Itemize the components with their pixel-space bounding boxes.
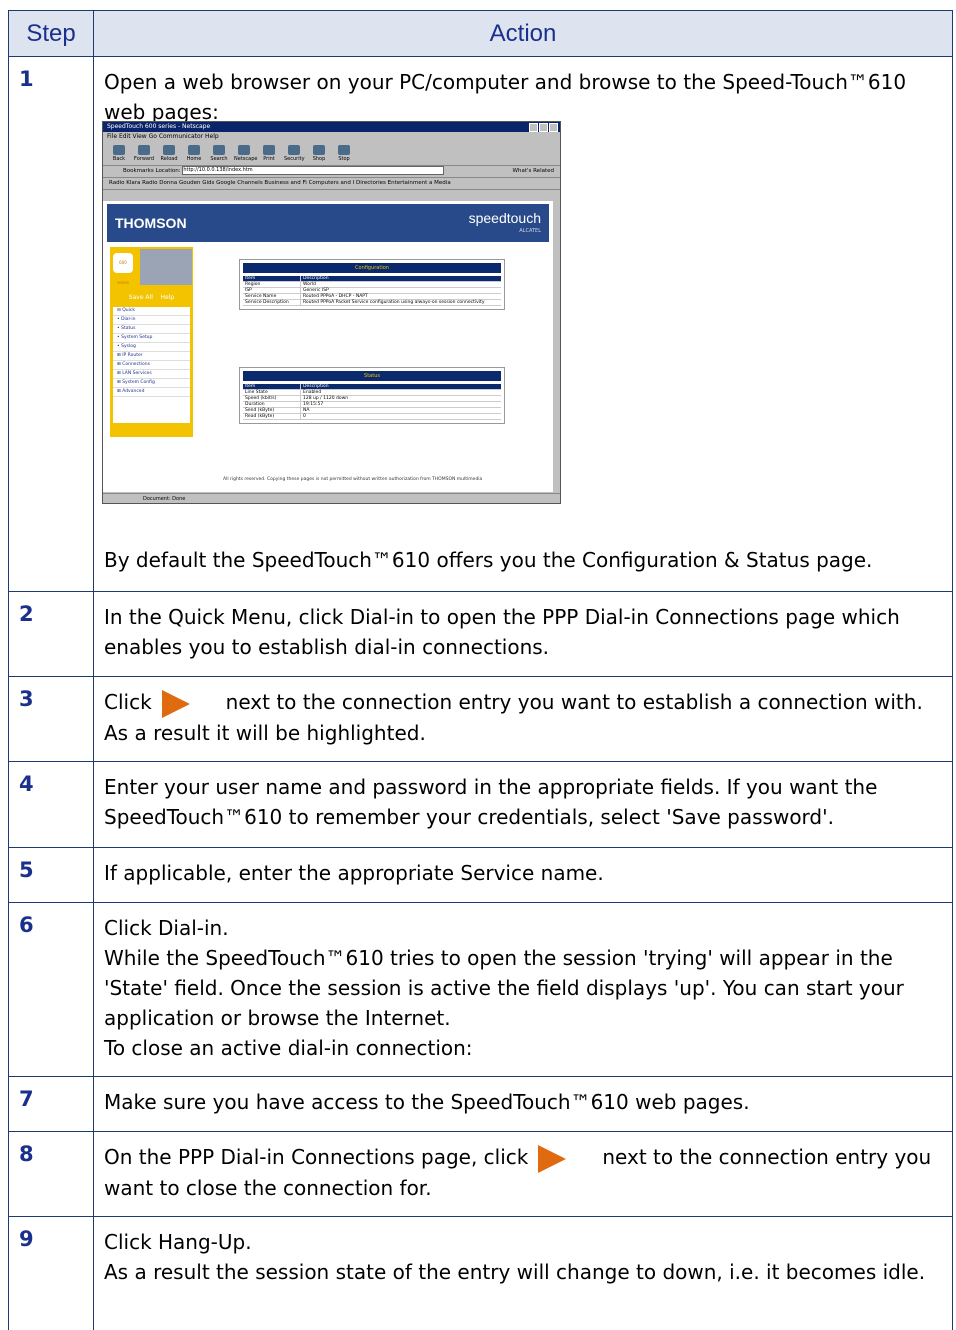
step-text: Click Hang-Up. As a result the session st…	[104, 1230, 926, 1284]
table-row: 5 If applicable, enter the appropriate S…	[8, 848, 953, 903]
step-number: 8	[19, 1142, 34, 1166]
table-row: 8 On the PPP Dial-in Connections page, c…	[8, 1132, 953, 1217]
orange-arrow-icon	[161, 689, 190, 718]
step-text: Open a web browser on your PC/computer a…	[104, 70, 907, 124]
photo	[140, 249, 192, 285]
product-logo: speedtouch	[468, 210, 541, 226]
step-number: 1	[19, 67, 34, 91]
step-text: On the PPP Dial-in Connections page, cli…	[104, 1144, 932, 1200]
menu-bar: File Edit View Go Communicator Help	[107, 133, 219, 140]
footer-text: All rights reserved. Copying these pages…	[223, 477, 483, 482]
window-title: SpeedTouch 600 series - Netscape	[103, 122, 560, 132]
table-row: 9 Click Hang-Up. As a result the session …	[8, 1217, 953, 1330]
step-number: 6	[19, 913, 34, 937]
table-row: 6 Click Dial-in. While the SpeedTouch™610…	[8, 903, 953, 1077]
step-number: 9	[19, 1227, 34, 1251]
table-row: 7 Make sure you have access to the Speed…	[8, 1077, 953, 1132]
brand-logo: THOMSON	[115, 215, 187, 231]
step-text: Click Dial-in. While the SpeedTouch™610 t…	[104, 916, 904, 1060]
header-step: Step	[9, 11, 94, 56]
browser-screenshot: SpeedTouch 600 series - Netscape File Ed…	[102, 121, 561, 504]
web-page: THOMSON speedtouch ALCATEL 600 series Sa…	[103, 201, 553, 492]
table-row: 4 Enter your user name and password in t…	[8, 762, 953, 848]
nav-toolbar: Back Forward Reload Home Search Netscape…	[103, 141, 560, 166]
status-bar: Document: Done	[103, 493, 560, 503]
status-box: Status Item Description Line State Enabled…	[239, 367, 505, 424]
banner: THOMSON speedtouch ALCATEL	[107, 204, 549, 242]
step-text: By default the SpeedTouch™610 offers you…	[104, 548, 873, 572]
step-number: 3	[19, 687, 34, 711]
table-header: Step Action	[8, 10, 953, 57]
bookmarks-bar: Radio Klara Radio Donna Gouden Gids Goog…	[103, 178, 560, 190]
table-row: 2 In the Quick Menu, click Dial-in to op…	[8, 592, 953, 677]
step-number: 7	[19, 1087, 34, 1111]
step-text: Enter your user name and password in the…	[104, 775, 878, 829]
step-text: If applicable, enter the appropriate Ser…	[104, 861, 604, 885]
step-number: 4	[19, 772, 34, 796]
step-number: 5	[19, 858, 34, 882]
table-row: 3 Click next to the connection entry you …	[8, 677, 953, 762]
step-text: Click next to the connection entry you wa…	[104, 689, 923, 745]
configuration-box: Configuration Item Description Region Worl…	[239, 259, 505, 310]
location-bar: Bookmarks Location: http://10.0.0.138/in…	[103, 166, 560, 178]
orange-arrow-icon	[538, 1144, 567, 1173]
step-text: Make sure you have access to the SpeedTo…	[104, 1090, 750, 1114]
step-number: 2	[19, 602, 34, 626]
step-text: In the Quick Menu, click Dial-in to open…	[104, 605, 900, 659]
header-action: Action	[489, 19, 557, 47]
side-menu: 600 series Save All Help ⊟ Quick • Dial-…	[110, 247, 193, 437]
table-row: 1 Open a web browser on your PC/computer…	[8, 57, 953, 592]
